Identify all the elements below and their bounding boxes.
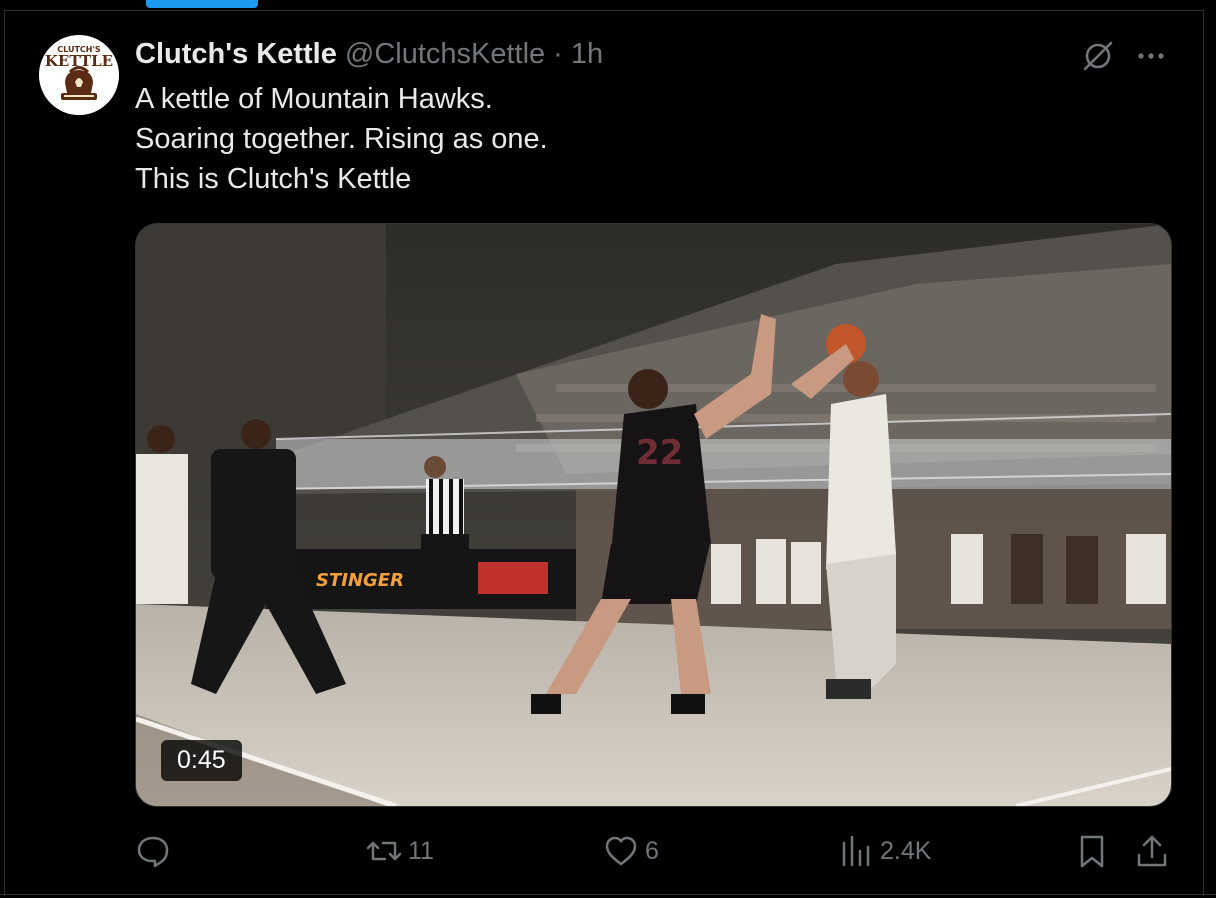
reply-button[interactable] <box>135 828 171 874</box>
repost-count: 11 <box>408 836 434 865</box>
heart-icon <box>605 836 637 866</box>
reply-icon <box>137 836 169 868</box>
bookmark-button[interactable] <box>1074 828 1110 874</box>
avatar[interactable]: CLUTCH'S KETTLE <box>39 35 119 115</box>
repost-button[interactable]: 11 <box>366 828 434 874</box>
tweet-text-line: A kettle of Mountain Hawks. <box>135 83 493 115</box>
grok-icon[interactable] <box>1080 38 1116 74</box>
jersey-number: 22 <box>636 433 683 473</box>
video-duration-badge: 0:45 <box>161 740 242 781</box>
svg-text:STINGER: STINGER <box>316 570 404 591</box>
tweet-divider <box>0 894 1216 895</box>
display-name[interactable]: Clutch's Kettle <box>135 36 337 72</box>
share-button[interactable] <box>1134 828 1170 874</box>
views-icon <box>842 835 870 867</box>
tweet-header: Clutch's Kettle @ClutchsKettle · 1h <box>135 36 603 72</box>
video-thumbnail: STINGER 22 <box>136 224 1171 806</box>
user-handle[interactable]: @ClutchsKettle <box>345 36 545 72</box>
more-icon[interactable] <box>1133 38 1169 74</box>
video-player[interactable]: STINGER 22 <box>135 223 1172 807</box>
separator-dot: · <box>553 38 563 70</box>
tweet-text-line: Soaring together. Rising as one. <box>135 123 548 155</box>
views-button[interactable]: 2.4K <box>838 828 931 874</box>
share-icon <box>1137 835 1167 867</box>
active-tab-indicator <box>146 0 258 8</box>
like-button[interactable]: 6 <box>603 828 659 874</box>
timestamp[interactable]: 1h <box>571 36 603 72</box>
views-count: 2.4K <box>880 836 932 865</box>
tweet-text-line: This is Clutch's Kettle <box>135 163 412 195</box>
avatar-logo: CLUTCH'S KETTLE <box>39 35 119 115</box>
like-count: 6 <box>645 836 659 865</box>
repost-icon <box>366 841 402 861</box>
tweet-text: A kettle of Mountain Hawks. Soaring toge… <box>135 79 1115 199</box>
bookmark-icon <box>1080 835 1104 868</box>
